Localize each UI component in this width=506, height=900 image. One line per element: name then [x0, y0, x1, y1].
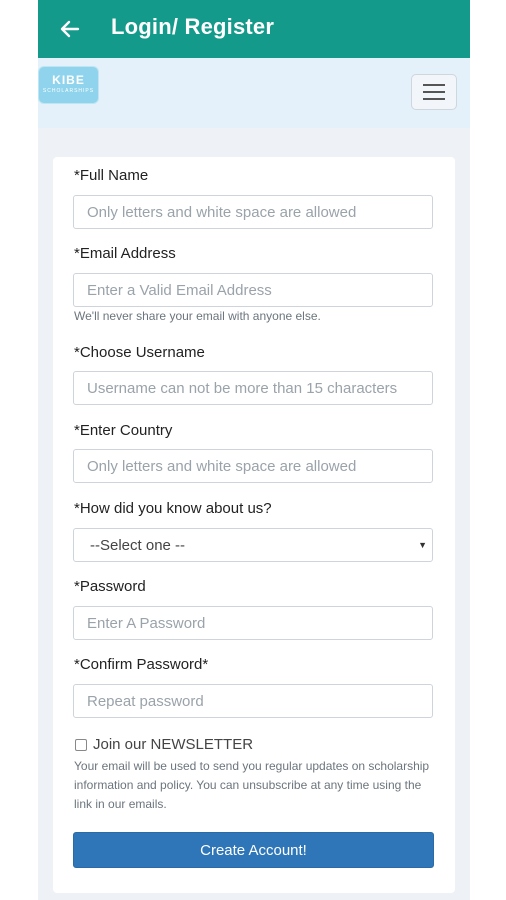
source-select[interactable]: --Select one -- ▼ — [73, 528, 433, 562]
brand-logo[interactable]: KIBE SCHOLARSHIPS — [38, 66, 99, 104]
source-label: *How did you know about us? — [74, 500, 272, 517]
username-input[interactable] — [73, 371, 433, 405]
password-input[interactable] — [73, 606, 433, 640]
newsletter-checkbox[interactable] — [75, 739, 87, 751]
app-screen: Login/ Register KIBE SCHOLARSHIPS *Full … — [38, 0, 470, 900]
confirm-password-label: *Confirm Password* — [74, 656, 209, 673]
password-label: *Password — [74, 578, 146, 595]
source-select-value: --Select one -- — [90, 537, 186, 554]
full-name-label: *Full Name — [74, 167, 149, 184]
newsletter-label[interactable]: Join our NEWSLETTER — [93, 736, 253, 753]
email-help-text: We'll never share your email with anyone… — [74, 309, 321, 323]
site-navbar — [38, 58, 470, 128]
back-button[interactable] — [56, 15, 84, 43]
email-input[interactable] — [73, 273, 433, 307]
hamburger-menu-icon — [423, 91, 445, 93]
app-bar: Login/ Register — [38, 0, 470, 58]
page-title: Login/ Register — [111, 14, 275, 39]
full-name-input[interactable] — [73, 195, 433, 229]
email-label: *Email Address — [74, 245, 176, 262]
hamburger-menu-icon — [423, 84, 445, 86]
menu-toggle-button[interactable] — [411, 74, 457, 110]
caret-down-icon: ▼ — [418, 540, 427, 550]
confirm-password-input[interactable] — [73, 684, 433, 718]
country-label: *Enter Country — [74, 422, 173, 439]
create-account-button[interactable]: Create Account! — [73, 832, 434, 868]
hamburger-menu-icon — [423, 98, 445, 100]
logo-text: KIBE — [52, 73, 85, 87]
logo-subtext: SCHOLARSHIPS — [42, 88, 95, 94]
register-form: *Full Name *Email Address We'll never sh… — [53, 157, 455, 893]
country-input[interactable] — [73, 449, 433, 483]
arrow-left-icon — [60, 20, 80, 38]
newsletter-help-text: Your email will be used to send you regu… — [74, 759, 430, 811]
username-label: *Choose Username — [74, 344, 205, 361]
